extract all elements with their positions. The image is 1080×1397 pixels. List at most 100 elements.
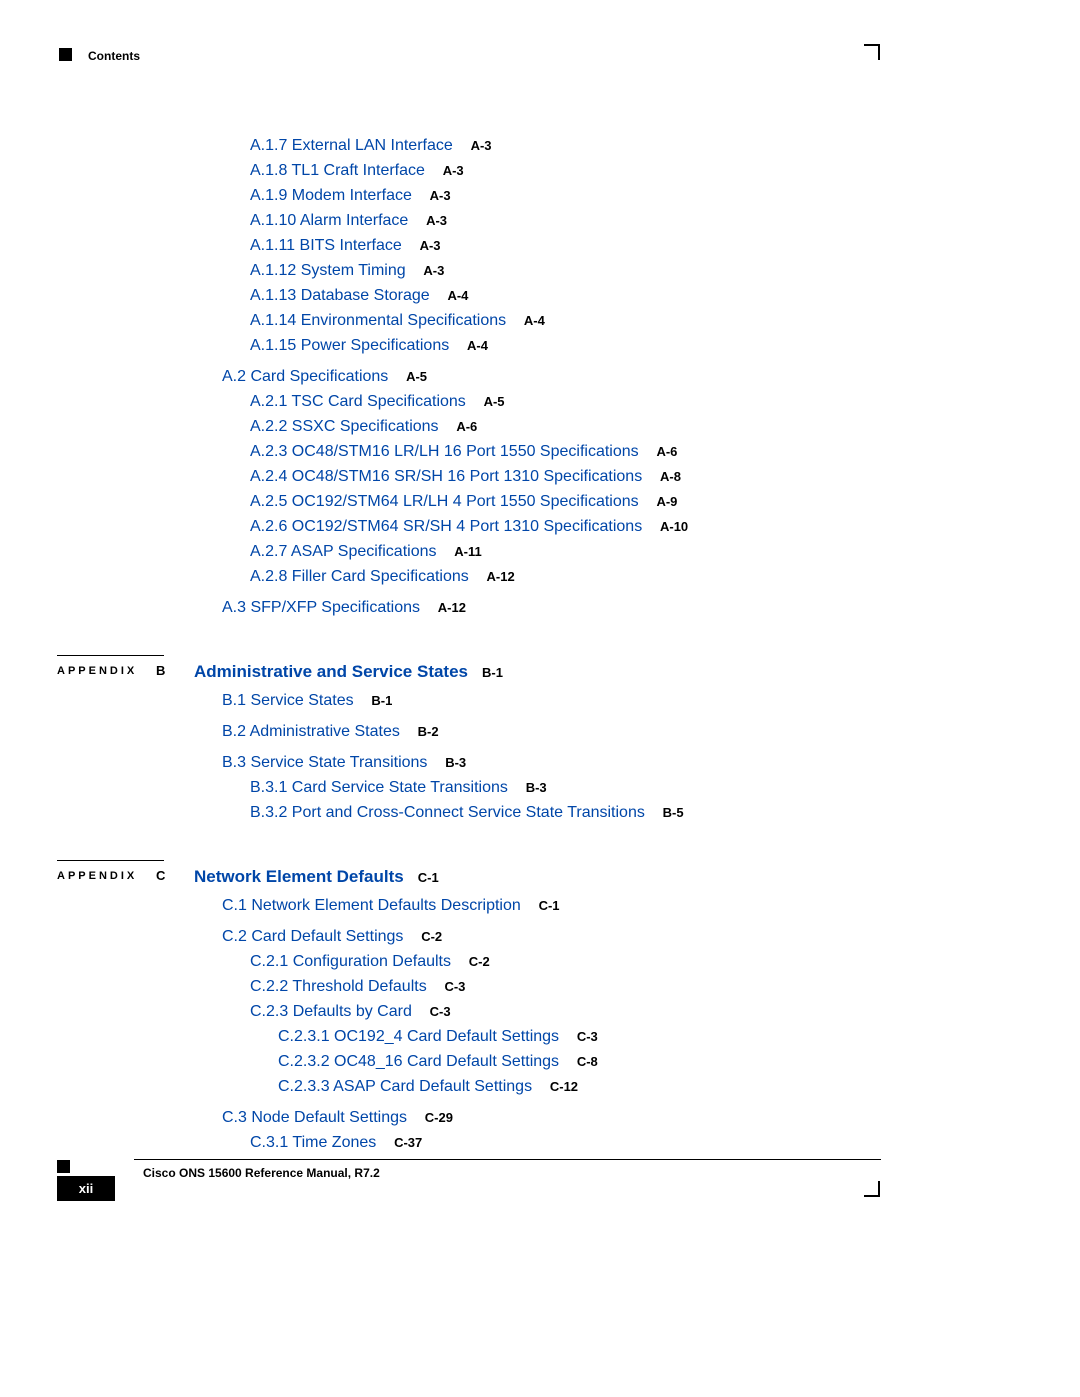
- toc-link[interactable]: A.1.13 Database Storage: [250, 287, 430, 304]
- footer-rule-icon: [134, 1159, 881, 1160]
- toc-page: A-8: [660, 469, 681, 484]
- toc-link[interactable]: B.3 Service State Transitions: [222, 754, 427, 771]
- toc-link[interactable]: C.2 Card Default Settings: [222, 928, 403, 945]
- toc-link[interactable]: A.2 Card Specifications: [222, 368, 388, 385]
- toc-link[interactable]: A.2.4 OC48/STM16 SR/SH 16 Port 1310 Spec…: [250, 468, 642, 485]
- toc-page: C-29: [425, 1110, 453, 1125]
- toc-link[interactable]: C.3 Node Default Settings: [222, 1109, 407, 1126]
- toc-link[interactable]: B.2 Administrative States: [222, 723, 400, 740]
- appendix-label: APPENDIX: [57, 870, 137, 882]
- footer-page-number: xii: [57, 1176, 115, 1201]
- toc-link[interactable]: A.2.7 ASAP Specifications: [250, 543, 436, 560]
- toc-link[interactable]: C.2.2 Threshold Defaults: [250, 978, 427, 995]
- toc-link[interactable]: C.2.3.3 ASAP Card Default Settings: [278, 1078, 532, 1095]
- toc-link[interactable]: A.1.8 TL1 Craft Interface: [250, 162, 425, 179]
- divider-icon: [57, 655, 164, 656]
- toc-entry: A.2.6 OC192/STM64 SR/SH 4 Port 1310 Spec…: [250, 519, 857, 535]
- toc-link[interactable]: A.1.7 External LAN Interface: [250, 137, 453, 154]
- toc-entry: A.1.15 Power Specifications A-4: [250, 338, 857, 354]
- appendix-c-heading: APPENDIX C Network Element Defaults C-1: [57, 870, 857, 898]
- toc-page: A-4: [524, 313, 545, 328]
- toc-entry: A.1.11 BITS Interface A-3: [250, 238, 857, 254]
- appendix-title-link[interactable]: Administrative and Service States: [194, 662, 468, 681]
- toc-link[interactable]: B.1 Service States: [222, 692, 354, 709]
- toc-page: B-2: [418, 724, 439, 739]
- toc-link[interactable]: A.3 SFP/XFP Specifications: [222, 599, 420, 616]
- toc-page: A-10: [660, 519, 688, 534]
- toc-page: A-6: [456, 419, 477, 434]
- crop-mark-top-right-icon: [864, 44, 880, 60]
- toc-link[interactable]: A.2.8 Filler Card Specifications: [250, 568, 469, 585]
- toc-entry: A.2.2 SSXC Specifications A-6: [250, 419, 857, 435]
- toc-entry: A.1.13 Database Storage A-4: [250, 288, 857, 304]
- toc-link[interactable]: C.2.3.1 OC192_4 Card Default Settings: [278, 1028, 559, 1045]
- toc-entry: A.2.8 Filler Card Specifications A-12: [250, 569, 857, 585]
- appendix-letter: C: [156, 868, 165, 883]
- toc-page: A-5: [406, 369, 427, 384]
- toc-entry: B.3.1 Card Service State Transitions B-3: [250, 780, 857, 796]
- header-marker-icon: [59, 48, 72, 61]
- toc-entry: A.2.7 ASAP Specifications A-11: [250, 544, 857, 560]
- toc-link[interactable]: A.1.9 Modem Interface: [250, 187, 412, 204]
- toc-link[interactable]: A.2.5 OC192/STM64 LR/LH 4 Port 1550 Spec…: [250, 493, 639, 510]
- toc-link[interactable]: C.2.3 Defaults by Card: [250, 1003, 412, 1020]
- toc-entry: A.1.7 External LAN Interface A-3: [250, 138, 857, 154]
- toc-page: A-3: [443, 163, 464, 178]
- appendix-b-heading: APPENDIX B Administrative and Service St…: [57, 665, 857, 693]
- toc-page: C-2: [469, 954, 490, 969]
- toc-link[interactable]: C.2.3.2 OC48_16 Card Default Settings: [278, 1053, 559, 1070]
- toc-page: B-1: [371, 693, 392, 708]
- toc-link[interactable]: A.2.3 OC48/STM16 LR/LH 16 Port 1550 Spec…: [250, 443, 639, 460]
- toc-link[interactable]: C.3.1 Time Zones: [250, 1134, 376, 1151]
- toc-page: A-11: [454, 544, 481, 559]
- crop-mark-bottom-right-icon: [864, 1181, 880, 1197]
- toc-entry: C.2.2 Threshold Defaults C-3: [250, 979, 857, 995]
- appendix-title-link[interactable]: Network Element Defaults: [194, 867, 404, 886]
- toc-page: C-3: [577, 1029, 598, 1044]
- toc-link[interactable]: A.2.2 SSXC Specifications: [250, 418, 439, 435]
- toc-entry: B.3.2 Port and Cross-Connect Service Sta…: [250, 805, 857, 821]
- toc-link[interactable]: A.1.10 Alarm Interface: [250, 212, 408, 229]
- toc-page: A-3: [426, 213, 447, 228]
- table-of-contents: A.1.7 External LAN Interface A-3 A.1.8 T…: [57, 138, 857, 1160]
- toc-link[interactable]: A.2.6 OC192/STM64 SR/SH 4 Port 1310 Spec…: [250, 518, 642, 535]
- toc-link[interactable]: A.1.15 Power Specifications: [250, 337, 449, 354]
- toc-entry: A.3 SFP/XFP Specifications A-12: [222, 600, 857, 616]
- toc-entry: A.1.12 System Timing A-3: [250, 263, 857, 279]
- toc-entry: A.2 Card Specifications A-5: [222, 369, 857, 385]
- toc-entry: C.3 Node Default Settings C-29: [222, 1110, 857, 1126]
- toc-page: C-3: [430, 1004, 451, 1019]
- toc-entry: A.2.1 TSC Card Specifications A-5: [250, 394, 857, 410]
- footer-marker-icon: [57, 1160, 70, 1173]
- toc-page: C-12: [550, 1079, 578, 1094]
- toc-page: C-1: [418, 870, 439, 885]
- header-label: Contents: [88, 49, 140, 63]
- toc-entry: B.3 Service State Transitions B-3: [222, 755, 857, 771]
- toc-entry: C.2.3.1 OC192_4 Card Default Settings C-…: [278, 1029, 857, 1045]
- footer-manual-title: Cisco ONS 15600 Reference Manual, R7.2: [143, 1166, 380, 1180]
- toc-entry: C.2.3.3 ASAP Card Default Settings C-12: [278, 1079, 857, 1095]
- toc-page: C-37: [394, 1135, 422, 1150]
- toc-link[interactable]: A.2.1 TSC Card Specifications: [250, 393, 466, 410]
- toc-link[interactable]: A.1.11 BITS Interface: [250, 237, 402, 254]
- appendix-letter: B: [156, 663, 165, 678]
- toc-page: A-3: [430, 188, 451, 203]
- toc-link[interactable]: A.1.14 Environmental Specifications: [250, 312, 506, 329]
- toc-page: C-3: [444, 979, 465, 994]
- toc-link[interactable]: C.2.1 Configuration Defaults: [250, 953, 451, 970]
- toc-link[interactable]: A.1.12 System Timing: [250, 262, 406, 279]
- toc-page: A-6: [656, 444, 677, 459]
- toc-page: C-2: [421, 929, 442, 944]
- toc-link[interactable]: B.3.2 Port and Cross-Connect Service Sta…: [250, 804, 645, 821]
- toc-entry: A.2.4 OC48/STM16 SR/SH 16 Port 1310 Spec…: [250, 469, 857, 485]
- toc-entry: C.2 Card Default Settings C-2: [222, 929, 857, 945]
- toc-page: C-8: [577, 1054, 598, 1069]
- toc-page: A-3: [471, 138, 492, 153]
- toc-link[interactable]: C.1 Network Element Defaults Description: [222, 897, 521, 914]
- toc-entry: C.2.3.2 OC48_16 Card Default Settings C-…: [278, 1054, 857, 1070]
- toc-link[interactable]: B.3.1 Card Service State Transitions: [250, 779, 508, 796]
- toc-page: A-3: [423, 263, 444, 278]
- toc-page: B-5: [663, 805, 684, 820]
- toc-page: B-3: [526, 780, 547, 795]
- toc-entry: B.2 Administrative States B-2: [222, 724, 857, 740]
